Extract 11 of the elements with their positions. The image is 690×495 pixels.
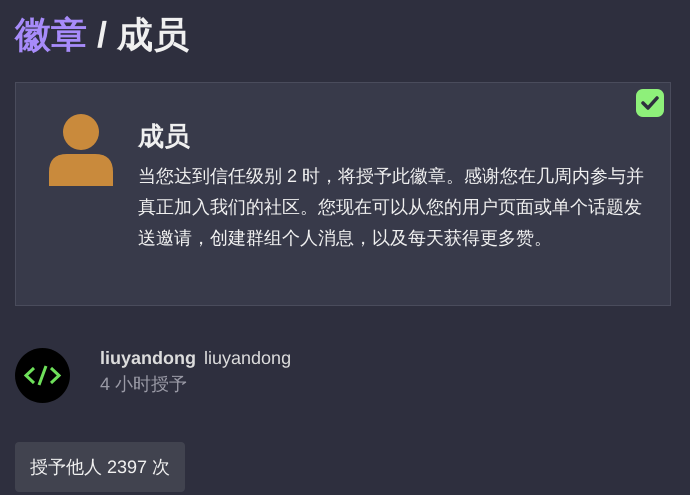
grant-time: 4 小时授予 xyxy=(100,372,188,396)
granted-count-button[interactable]: 授予他人 2397 次 xyxy=(15,442,186,492)
username-link[interactable]: liuyandong xyxy=(100,344,196,370)
user-icon xyxy=(49,114,113,186)
badge-title: 成员 xyxy=(138,120,191,153)
breadcrumb-link[interactable]: 徽章 xyxy=(15,12,87,58)
breadcrumb-separator: / xyxy=(97,13,108,57)
page-title: 成员 xyxy=(117,13,190,57)
badge-description: 当您达到信任级别 2 时，将授予此徽章。感谢您在几周内参与并真正加入我们的社区。您现在可以从您的用户页面或单个话题发送邀请，创建群组个人消息，以及每天获得更多赞。 xyxy=(138,165,646,250)
avatar-icon[interactable] xyxy=(15,348,70,403)
user-full-name: liuyandong xyxy=(204,346,292,370)
